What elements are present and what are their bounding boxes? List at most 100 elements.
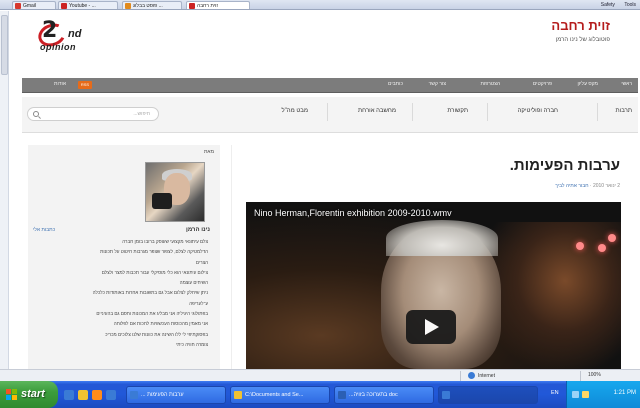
bio-line: ניתן שיחלק לצלום אבל גם בתשובות אחרות בא… <box>92 290 208 296</box>
lamp-light <box>598 244 606 252</box>
author-photo[interactable] <box>145 162 205 222</box>
browser-tab-blog-post[interactable]: פוסט בבלוג ... <box>122 1 182 9</box>
app-icon <box>442 391 450 399</box>
browser-tab-site[interactable]: זוית רחבה <box>186 1 250 9</box>
browser-tab-gmail[interactable]: Gmail <box>12 1 56 9</box>
top-navigation: RSS ראשי מקס עליון פרויקטים הצטרפות צור … <box>22 78 638 93</box>
task-label: ... ערבות הפעימות <box>141 392 184 398</box>
video-subject-hair <box>386 220 498 256</box>
author-name[interactable]: נינו הרמן <box>186 227 210 233</box>
bio-line: צלם עיתונאי מקצועי שעוסק ברובו בזמן חברה <box>122 239 208 244</box>
video-player[interactable]: Nino Herman,Florentin exhibition 2009-20… <box>246 202 621 369</box>
logo-suffix: nd <box>68 28 82 40</box>
tab-label: Gmail <box>23 3 37 9</box>
folder-icon <box>234 391 242 399</box>
site-logo[interactable]: 2 nd opinion <box>35 12 98 57</box>
lamp-light <box>608 234 616 242</box>
clock[interactable]: 1:21 PM <box>614 390 636 396</box>
folder-quicklaunch-icon[interactable] <box>78 390 88 400</box>
post-meta: 2 ינואר 2010 · חבור אתיה לביך <box>555 183 620 189</box>
zoom-level[interactable]: 100% <box>588 372 601 378</box>
site-subtitle: פוטובלוג של נינו הרמן <box>555 37 610 43</box>
task-label: C:\Documents and Se... <box>245 392 304 398</box>
network-icon[interactable] <box>572 391 579 398</box>
bio-line: הדלמטיקה לצלם, לצפור שצפר מגרבות חיטוט ע… <box>100 249 208 255</box>
bio-line: צילום עיתונאי הוא כלי מוסיקלי עבור תכבות… <box>101 269 208 275</box>
category-navigation: תרבות חברה ופוליטיקה תקשורת מחשבה אורחת … <box>22 97 638 133</box>
volume-icon[interactable] <box>582 391 589 398</box>
divider <box>412 103 413 121</box>
bio-line: בפסוקתיפי לי ללו השינה את כוונות שלנו צל… <box>105 331 208 337</box>
browser-tab-youtube[interactable]: Youtube - ... <box>58 1 118 9</box>
author-sidebar: מאת נינו הרמן כתבות אלי צלם עיתונאי מקצו… <box>28 145 220 369</box>
author-posts-link[interactable]: כתבות אלי <box>33 227 55 233</box>
tab-label: פוסט בבלוג ... <box>133 3 163 9</box>
tab-label: Youtube - ... <box>69 3 96 9</box>
site-title[interactable]: זוית רחבה <box>551 18 610 33</box>
nav-item-projects[interactable]: פרויקטים <box>533 81 552 87</box>
divider <box>487 103 488 121</box>
bio-line: צומרה חוויה כיתי <box>176 341 208 347</box>
search-input[interactable]: חיפוש... <box>27 107 159 121</box>
desktop-quicklaunch-icon[interactable] <box>106 390 116 400</box>
divider <box>327 103 328 121</box>
start-button[interactable]: start <box>0 381 58 408</box>
nav-item-join[interactable]: הצטרפות <box>481 81 500 87</box>
post-author-link[interactable]: חבור אתיה לביך <box>555 183 588 189</box>
nav-item-about[interactable]: אודות <box>54 81 66 87</box>
category-society-politics[interactable]: חברה ופוליטיקה <box>518 108 558 114</box>
language-indicator[interactable]: EN <box>551 390 559 396</box>
post-title[interactable]: ערבות הפעימות. <box>510 157 620 174</box>
ie-quicklaunch-icon[interactable] <box>64 390 74 400</box>
rss-icon[interactable]: RSS <box>78 81 92 89</box>
nav-item-contact[interactable]: צור קשר <box>429 81 446 87</box>
bio-line: הצרים <box>195 259 208 265</box>
page-scrollbar[interactable] <box>0 11 9 369</box>
browser-command-bar: Safety Tools <box>593 1 636 9</box>
divider <box>580 371 581 381</box>
category-guest-thought[interactable]: מחשבה אורחת <box>358 108 396 114</box>
word-icon <box>338 391 346 399</box>
logo-number: 2 <box>42 18 57 43</box>
category-view[interactable]: מבט מה"ל <box>281 108 308 114</box>
safety-menu[interactable]: Safety <box>601 2 615 8</box>
blog-post: ערבות הפעימות. 2 ינואר 2010 · חבור אתיה … <box>231 145 636 369</box>
security-zone[interactable]: Internet <box>468 372 495 379</box>
nav-item-home[interactable]: ראשי <box>621 81 632 87</box>
scrollbar-thumb[interactable] <box>1 15 8 75</box>
bio-line: אני מאמין מהכוסות העכשוויות לחכות אם לפל… <box>113 321 208 327</box>
category-media[interactable]: תקשורת <box>447 108 468 114</box>
page-icon <box>125 3 131 9</box>
nav-item-top[interactable]: מקס עליון <box>578 81 598 87</box>
video-title[interactable]: Nino Herman,Florentin exhibition 2009-20… <box>254 208 452 218</box>
taskbar-item-explorer[interactable]: C:\Documents and Se... <box>230 386 330 404</box>
taskbar-item-word[interactable]: ...בתערוכה בזויה doc <box>334 386 434 404</box>
search-placeholder: חיפוש... <box>133 111 150 117</box>
system-tray: 1:21 PM <box>566 381 640 408</box>
category-culture[interactable]: תרבות <box>616 108 632 114</box>
play-button-icon[interactable] <box>406 310 456 344</box>
search-icon[interactable] <box>33 111 39 117</box>
task-label: ...בתערוכה בזויה doc <box>349 392 398 398</box>
bio-line: השיחים עוצמה <box>179 280 208 286</box>
post-date: 2 ינואר 2010 <box>592 183 620 189</box>
divider <box>460 371 461 381</box>
camera-icon <box>152 193 172 209</box>
youtube-icon <box>61 3 67 9</box>
start-label: start <box>21 388 45 400</box>
ie-icon <box>130 391 138 399</box>
taskbar-item-browser[interactable]: ... ערבות הפעימות <box>126 386 226 404</box>
taskbar-item-active[interactable] <box>438 386 538 404</box>
media-quicklaunch-icon[interactable] <box>92 390 102 400</box>
lamp-light <box>576 242 584 250</box>
tools-menu[interactable]: Tools <box>624 2 636 8</box>
gmail-icon <box>15 3 21 9</box>
windows-taskbar: start ... ערבות הפעימות C:\Documents and… <box>0 381 640 408</box>
tab-label: זוית רחבה <box>197 3 218 9</box>
browser-tab-strip: Gmail Youtube - ... פוסט בבלוג ... זוית … <box>0 0 640 10</box>
sidebar-heading: מאת <box>203 149 214 155</box>
logo-word: opinion <box>40 42 76 52</box>
divider <box>597 103 598 121</box>
browser-status-bar: Internet 100% <box>0 369 640 381</box>
nav-item-writers[interactable]: כותבים <box>388 81 403 87</box>
